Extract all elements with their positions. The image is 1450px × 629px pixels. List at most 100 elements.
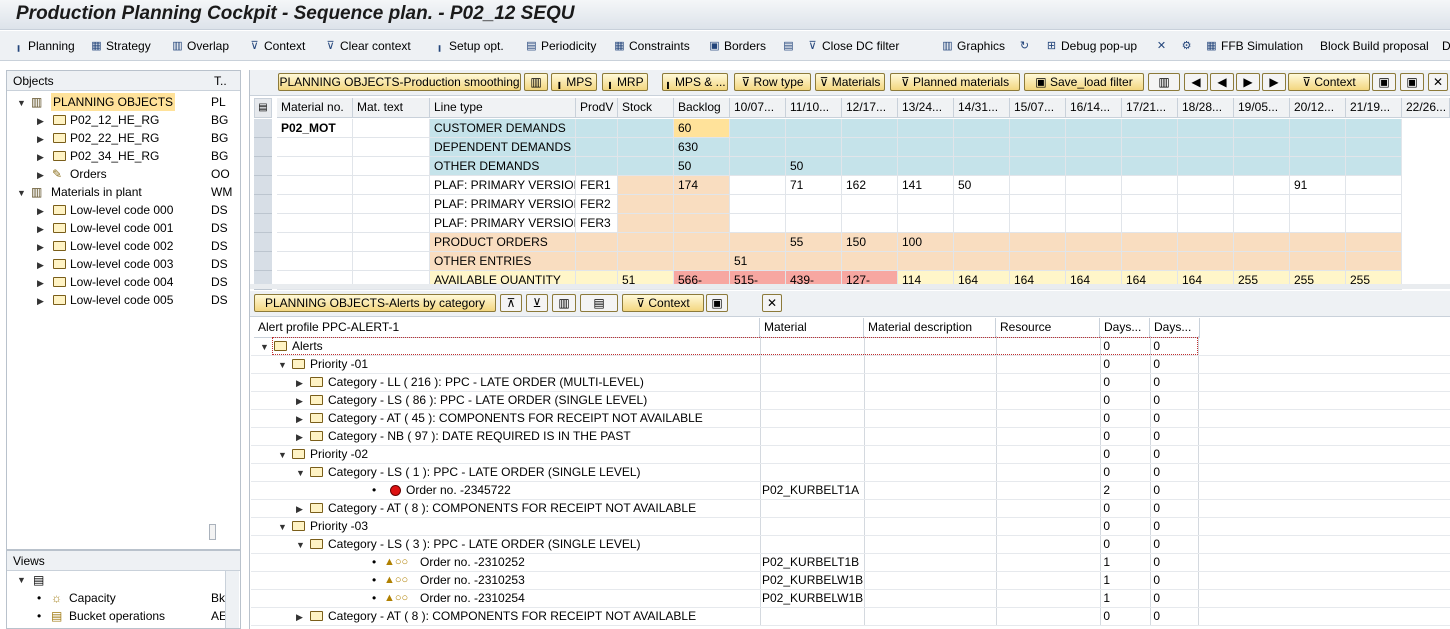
expand-arrow-icon[interactable]: ▶: [296, 410, 303, 428]
row-selector[interactable]: [254, 138, 272, 157]
alert-row[interactable]: ▶ Category - LS ( 86 ): PPC - LATE ORDER …: [250, 391, 1200, 409]
row-selector[interactable]: [254, 195, 272, 214]
column-header-1[interactable]: Mat. text: [353, 98, 430, 118]
toolbar-item-d[interactable]: D: [1442, 37, 1450, 55]
bucket-cell[interactable]: [1122, 157, 1178, 176]
tree-item-low-level-code-005[interactable]: ▶ Low-level code 005 DS: [7, 291, 240, 309]
bucket-cell[interactable]: [1178, 157, 1234, 176]
expand-arrow-icon[interactable]: ▶: [37, 166, 44, 184]
alert-row[interactable]: ▼ Priority -03 0 0: [250, 517, 1200, 535]
bucket-cell[interactable]: [730, 119, 786, 138]
toolbar-item-block-build-proposal[interactable]: Block Build proposal: [1320, 37, 1429, 55]
collapse-arrow-icon[interactable]: ▼: [17, 94, 26, 112]
alert-row[interactable]: ▶ Category - AT ( 45 ): COMPONENTS FOR RE…: [250, 409, 1200, 427]
bucket-cell[interactable]: [1010, 157, 1066, 176]
bucket-cell[interactable]: [1346, 119, 1402, 138]
bucket-cell[interactable]: [786, 119, 842, 138]
material-cell[interactable]: P02_MOT: [277, 119, 353, 138]
bucket-cell[interactable]: [1010, 176, 1066, 195]
alert-row[interactable]: ▶ Category - AT ( 8 ): COMPONENTS FOR REC…: [250, 499, 1200, 517]
expand-arrow-icon[interactable]: ▶: [37, 220, 44, 238]
bucket-cell[interactable]: 162: [842, 176, 898, 195]
alert-column-header-0[interactable]: Alert profile PPC-ALERT-1: [254, 318, 760, 338]
bucket-cell[interactable]: [1010, 119, 1066, 138]
upper-btn-icon-11[interactable]: ◀: [1210, 73, 1234, 91]
expand-arrow-icon[interactable]: ▶: [37, 130, 44, 148]
bucket-cell[interactable]: 51: [730, 252, 786, 271]
upper-btn-icon-16[interactable]: ▣: [1400, 73, 1424, 91]
expand-arrow-icon[interactable]: ▶: [37, 292, 44, 310]
bucket-cell[interactable]: [1066, 214, 1122, 233]
bucket-cell[interactable]: [842, 138, 898, 157]
tree-item-p02-12-he-rg[interactable]: ▶ P02_12_HE_RG BG: [7, 111, 240, 129]
bucket-cell[interactable]: [1234, 214, 1290, 233]
bucket-cell[interactable]: [1234, 138, 1290, 157]
bucket-cell[interactable]: [1066, 233, 1122, 252]
upper-btn-icon-12[interactable]: ▶: [1236, 73, 1260, 91]
tree-item-p02-34-he-rg[interactable]: ▶ P02_34_HE_RG BG: [7, 147, 240, 165]
upper-btn-mps-[interactable]: ╻ MPS & ...: [662, 73, 728, 91]
bucket-cell[interactable]: 100: [898, 233, 954, 252]
grid-select-all-icon[interactable]: ▤: [254, 98, 272, 118]
upper-btn-icon-9[interactable]: ▥: [1148, 73, 1180, 91]
column-header-13[interactable]: 17/21...: [1122, 98, 1178, 118]
upper-btn-planning-objects-production-smoothing[interactable]: PLANNING OBJECTS-Production smoothing: [278, 73, 521, 91]
bucket-cell[interactable]: [730, 214, 786, 233]
upper-btn-mrp[interactable]: ╻ MRP: [602, 73, 648, 91]
alert-row[interactable]: ▼ Alerts 0 0: [260, 337, 1198, 355]
toolbar-item-borders[interactable]: ▣ Borders: [708, 37, 766, 55]
bucket-cell[interactable]: [730, 176, 786, 195]
row-selector[interactable]: [254, 157, 272, 176]
material-cell[interactable]: [277, 138, 353, 157]
bucket-cell[interactable]: [1066, 176, 1122, 195]
bucket-cell[interactable]: [954, 119, 1010, 138]
collapse-arrow-icon[interactable]: ▼: [278, 446, 287, 464]
row-selector[interactable]: [254, 214, 272, 233]
bucket-cell[interactable]: [898, 119, 954, 138]
collapse-arrow-icon[interactable]: ▼: [296, 536, 305, 554]
bucket-cell[interactable]: [1010, 214, 1066, 233]
upper-btn-materials[interactable]: ⊽ Materials: [815, 73, 885, 91]
bucket-cell[interactable]: [1066, 138, 1122, 157]
tree-item-low-level-code-002[interactable]: ▶ Low-level code 002 DS: [7, 237, 240, 255]
upper-btn-context[interactable]: ⊽ Context: [1288, 73, 1370, 91]
tree-item-low-level-code-003[interactable]: ▶ Low-level code 003 DS: [7, 255, 240, 273]
bucket-cell[interactable]: [1346, 157, 1402, 176]
bucket-cell[interactable]: 91: [1290, 176, 1346, 195]
expand-arrow-icon[interactable]: ▶: [37, 112, 44, 130]
bucket-cell[interactable]: 60: [674, 119, 730, 138]
bucket-cell[interactable]: [674, 214, 730, 233]
bucket-cell[interactable]: 55: [786, 233, 842, 252]
toolbar-item-icon-9[interactable]: ▤: [782, 37, 798, 55]
view-item-bucket-operations[interactable]: • ▤ Bucket operations AE: [7, 607, 240, 625]
views-root[interactable]: ▼ ▤: [7, 571, 240, 589]
bucket-cell[interactable]: [786, 195, 842, 214]
expand-arrow-icon[interactable]: ▶: [37, 148, 44, 166]
bucket-cell[interactable]: [674, 233, 730, 252]
bucket-cell[interactable]: [1290, 195, 1346, 214]
tree-item-low-level-code-004[interactable]: ▶ Low-level code 004 DS: [7, 273, 240, 291]
bucket-cell[interactable]: [730, 233, 786, 252]
upper-btn-icon-1[interactable]: ▥: [524, 73, 548, 91]
bucket-cell[interactable]: [1122, 119, 1178, 138]
collapse-arrow-icon[interactable]: ▼: [17, 184, 26, 202]
bucket-cell[interactable]: [1122, 252, 1178, 271]
bucket-cell[interactable]: [1234, 195, 1290, 214]
bucket-cell[interactable]: [1066, 119, 1122, 138]
tree-item-orders[interactable]: ▶ ✎ Orders OO: [7, 165, 240, 183]
toolbar-item-close-dc-filter[interactable]: ⊽ Close DC filter: [806, 37, 899, 55]
alert-row[interactable]: • ▲○○ Order no. -2310254 P02_KURBELW1B 1 0: [250, 589, 1200, 607]
toolbar-item-overlap[interactable]: ▥ Overlap: [171, 37, 229, 55]
column-header-17[interactable]: 21/19...: [1346, 98, 1402, 118]
row-selector[interactable]: [254, 233, 272, 252]
bucket-cell[interactable]: [730, 157, 786, 176]
upper-hscroll[interactable]: [250, 284, 1450, 289]
alert-row[interactable]: ▼ Priority -02 0 0: [250, 445, 1200, 463]
bucket-cell[interactable]: [1178, 195, 1234, 214]
expand-arrow-icon[interactable]: ▶: [37, 202, 44, 220]
collapse-arrow-icon[interactable]: ▼: [260, 338, 269, 356]
alert-column-header-1[interactable]: Material: [760, 318, 864, 338]
column-header-7[interactable]: 11/10...: [786, 98, 842, 118]
bucket-cell[interactable]: 71: [786, 176, 842, 195]
collapse-arrow-icon[interactable]: ▼: [278, 356, 287, 374]
